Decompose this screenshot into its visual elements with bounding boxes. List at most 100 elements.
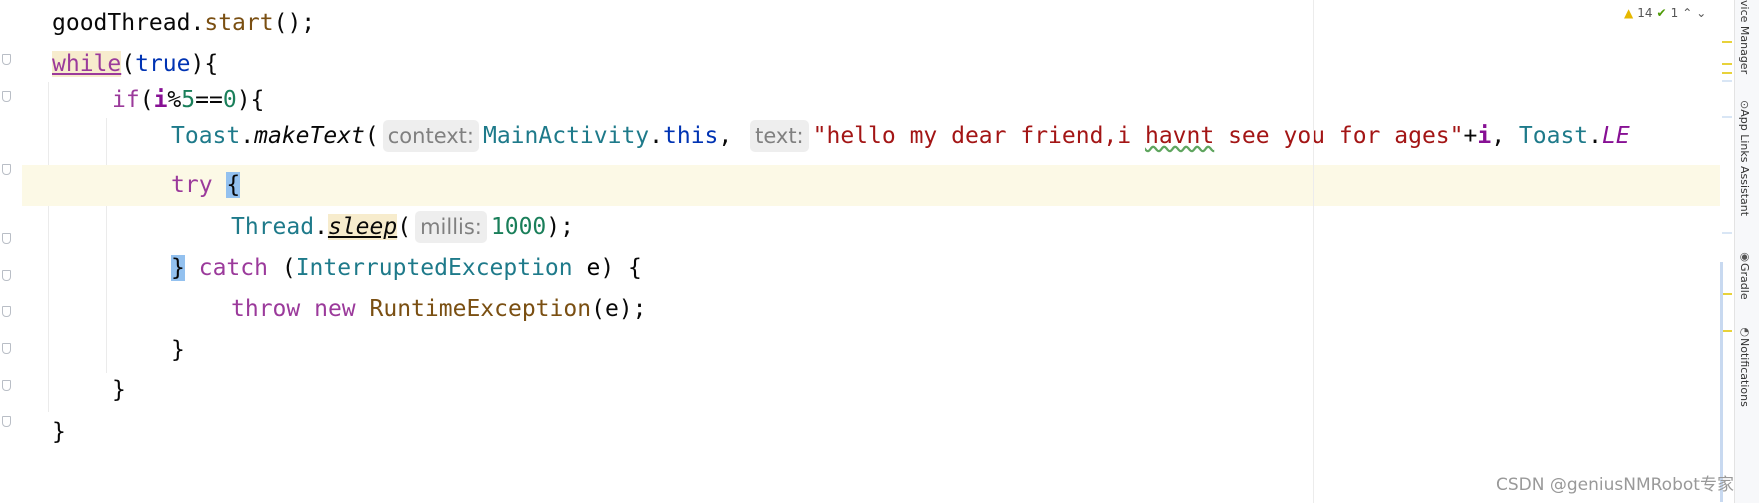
code-line[interactable]: } [22, 412, 1720, 453]
punct: , [1491, 123, 1519, 149]
punct: (); [273, 10, 316, 36]
code-line[interactable]: Toast.makeText(context: MainActivity.this… [22, 116, 1720, 157]
warning-count: 14 [1637, 6, 1653, 20]
operator: == [195, 87, 223, 113]
app-links-tab[interactable]: ⊙App Links Assistant [1738, 100, 1751, 216]
static-field: LE [1602, 123, 1630, 149]
info-mark[interactable] [1722, 80, 1732, 82]
link-icon: ⊙ [1738, 100, 1751, 110]
keyword: true [135, 51, 191, 77]
fold-marker-icon[interactable] [2, 416, 11, 427]
warning-mark[interactable] [1722, 41, 1732, 43]
string-typo: havnt [1144, 123, 1215, 149]
code-line[interactable]: throw new RuntimeException(e); [22, 289, 1720, 330]
punct: ( [281, 255, 296, 281]
code-line[interactable]: } [22, 330, 1720, 371]
number: 1000 [490, 214, 547, 240]
bell-icon: ◔ [1738, 325, 1751, 338]
notifications-label: Notifications [1738, 338, 1751, 407]
editor-gutter [0, 0, 22, 503]
keyword: this [663, 123, 719, 149]
warning-mark[interactable] [1722, 72, 1732, 74]
punct: ){ [236, 87, 265, 113]
class-name: Toast [171, 123, 241, 149]
code-line[interactable]: while(true){ [22, 44, 1720, 85]
warning-mark[interactable] [1722, 293, 1732, 295]
code-line[interactable]: } catch (InterruptedException e) { [22, 248, 1720, 289]
punct: ); [546, 214, 574, 240]
keyword: catch [198, 255, 268, 281]
elephant-icon: ◉ [1738, 250, 1751, 263]
device-manager-tab[interactable]: vice Manager [1738, 0, 1751, 74]
code-line[interactable]: Thread.sleep(millis: 1000); [22, 207, 1720, 248]
fold-marker-icon[interactable] [2, 270, 11, 281]
code-editor[interactable]: goodThread.start(); while(true){ if(i%5=… [22, 0, 1720, 503]
method-call: sleep [327, 214, 398, 240]
punct: . [190, 10, 205, 36]
class-name: Thread [231, 214, 315, 240]
prev-highlight-icon[interactable]: ⌃ [1682, 6, 1692, 20]
identifier: goodThread [52, 10, 191, 36]
scrollbar-thumb[interactable] [1720, 262, 1723, 502]
next-highlight-icon[interactable]: ⌄ [1696, 6, 1706, 20]
punct: ( [364, 123, 379, 149]
string-literal: "hello my dear friend,i [812, 123, 1145, 149]
code-line[interactable]: } [22, 370, 1720, 411]
device-manager-label: vice Manager [1738, 0, 1751, 75]
info-mark[interactable] [1722, 232, 1732, 234]
keyword: try [171, 172, 213, 198]
brace-highlight: } [171, 255, 185, 281]
number: 5 [181, 87, 196, 113]
method-call: makeText [254, 123, 365, 149]
fold-marker-icon[interactable] [2, 380, 11, 391]
notifications-tab[interactable]: ◔Notifications [1738, 325, 1751, 407]
punct: ) { [600, 255, 642, 281]
fold-marker-icon[interactable] [2, 54, 11, 65]
class-name: MainActivity [482, 123, 650, 149]
fold-marker-icon[interactable] [2, 306, 11, 317]
parameter-hint: millis: [415, 211, 487, 243]
punct: ( [591, 296, 605, 322]
fold-marker-icon[interactable] [2, 233, 11, 244]
punct: ){ [190, 51, 219, 77]
variable: e [586, 255, 601, 281]
watermark: CSDN @geniusNMRobot专家 [1496, 475, 1734, 495]
code-line[interactable]: goodThread.start(); [22, 3, 1720, 44]
warning-mark[interactable] [1722, 330, 1732, 332]
keyword: while [52, 51, 122, 77]
fold-marker-icon[interactable] [2, 164, 11, 175]
check-icon: ✔ [1656, 6, 1667, 20]
brace: } [52, 419, 66, 445]
fold-marker-icon[interactable] [2, 343, 11, 354]
number: 0 [222, 87, 237, 113]
gradle-label: Gradle [1738, 263, 1751, 300]
method-call: start [204, 10, 274, 36]
keyword: throw [231, 296, 301, 322]
right-margin-guide [1313, 0, 1314, 503]
string-literal: see you for ages" [1214, 123, 1464, 149]
punct: , [718, 123, 747, 149]
operator: + [1463, 123, 1478, 149]
parameter-hint: text: [750, 120, 809, 152]
check-count: 1 [1670, 6, 1679, 20]
punct: . [240, 123, 255, 149]
brace: } [171, 337, 185, 363]
punct: e); [604, 296, 647, 322]
brace-highlight: { [226, 172, 241, 198]
fold-marker-icon[interactable] [2, 91, 11, 102]
warning-mark[interactable] [1722, 63, 1732, 65]
punct: . [314, 214, 328, 240]
punct: ( [121, 51, 136, 77]
punct: . [649, 123, 664, 149]
inspection-status[interactable]: ▲ 14 ✔ 1 ⌃ ⌄ [1624, 3, 1706, 23]
code-line-current[interactable]: try { [22, 165, 1720, 206]
punct: ( [397, 214, 412, 240]
code-line[interactable]: if(i%5==0){ [22, 80, 1720, 121]
keyword: new [314, 296, 356, 322]
info-mark[interactable] [1722, 116, 1732, 118]
variable: i [153, 87, 168, 113]
warning-icon: ▲ [1624, 6, 1634, 20]
gradle-tab[interactable]: ◉Gradle [1738, 250, 1751, 300]
class-name: RuntimeException [369, 296, 592, 322]
punct: ( [139, 87, 154, 113]
